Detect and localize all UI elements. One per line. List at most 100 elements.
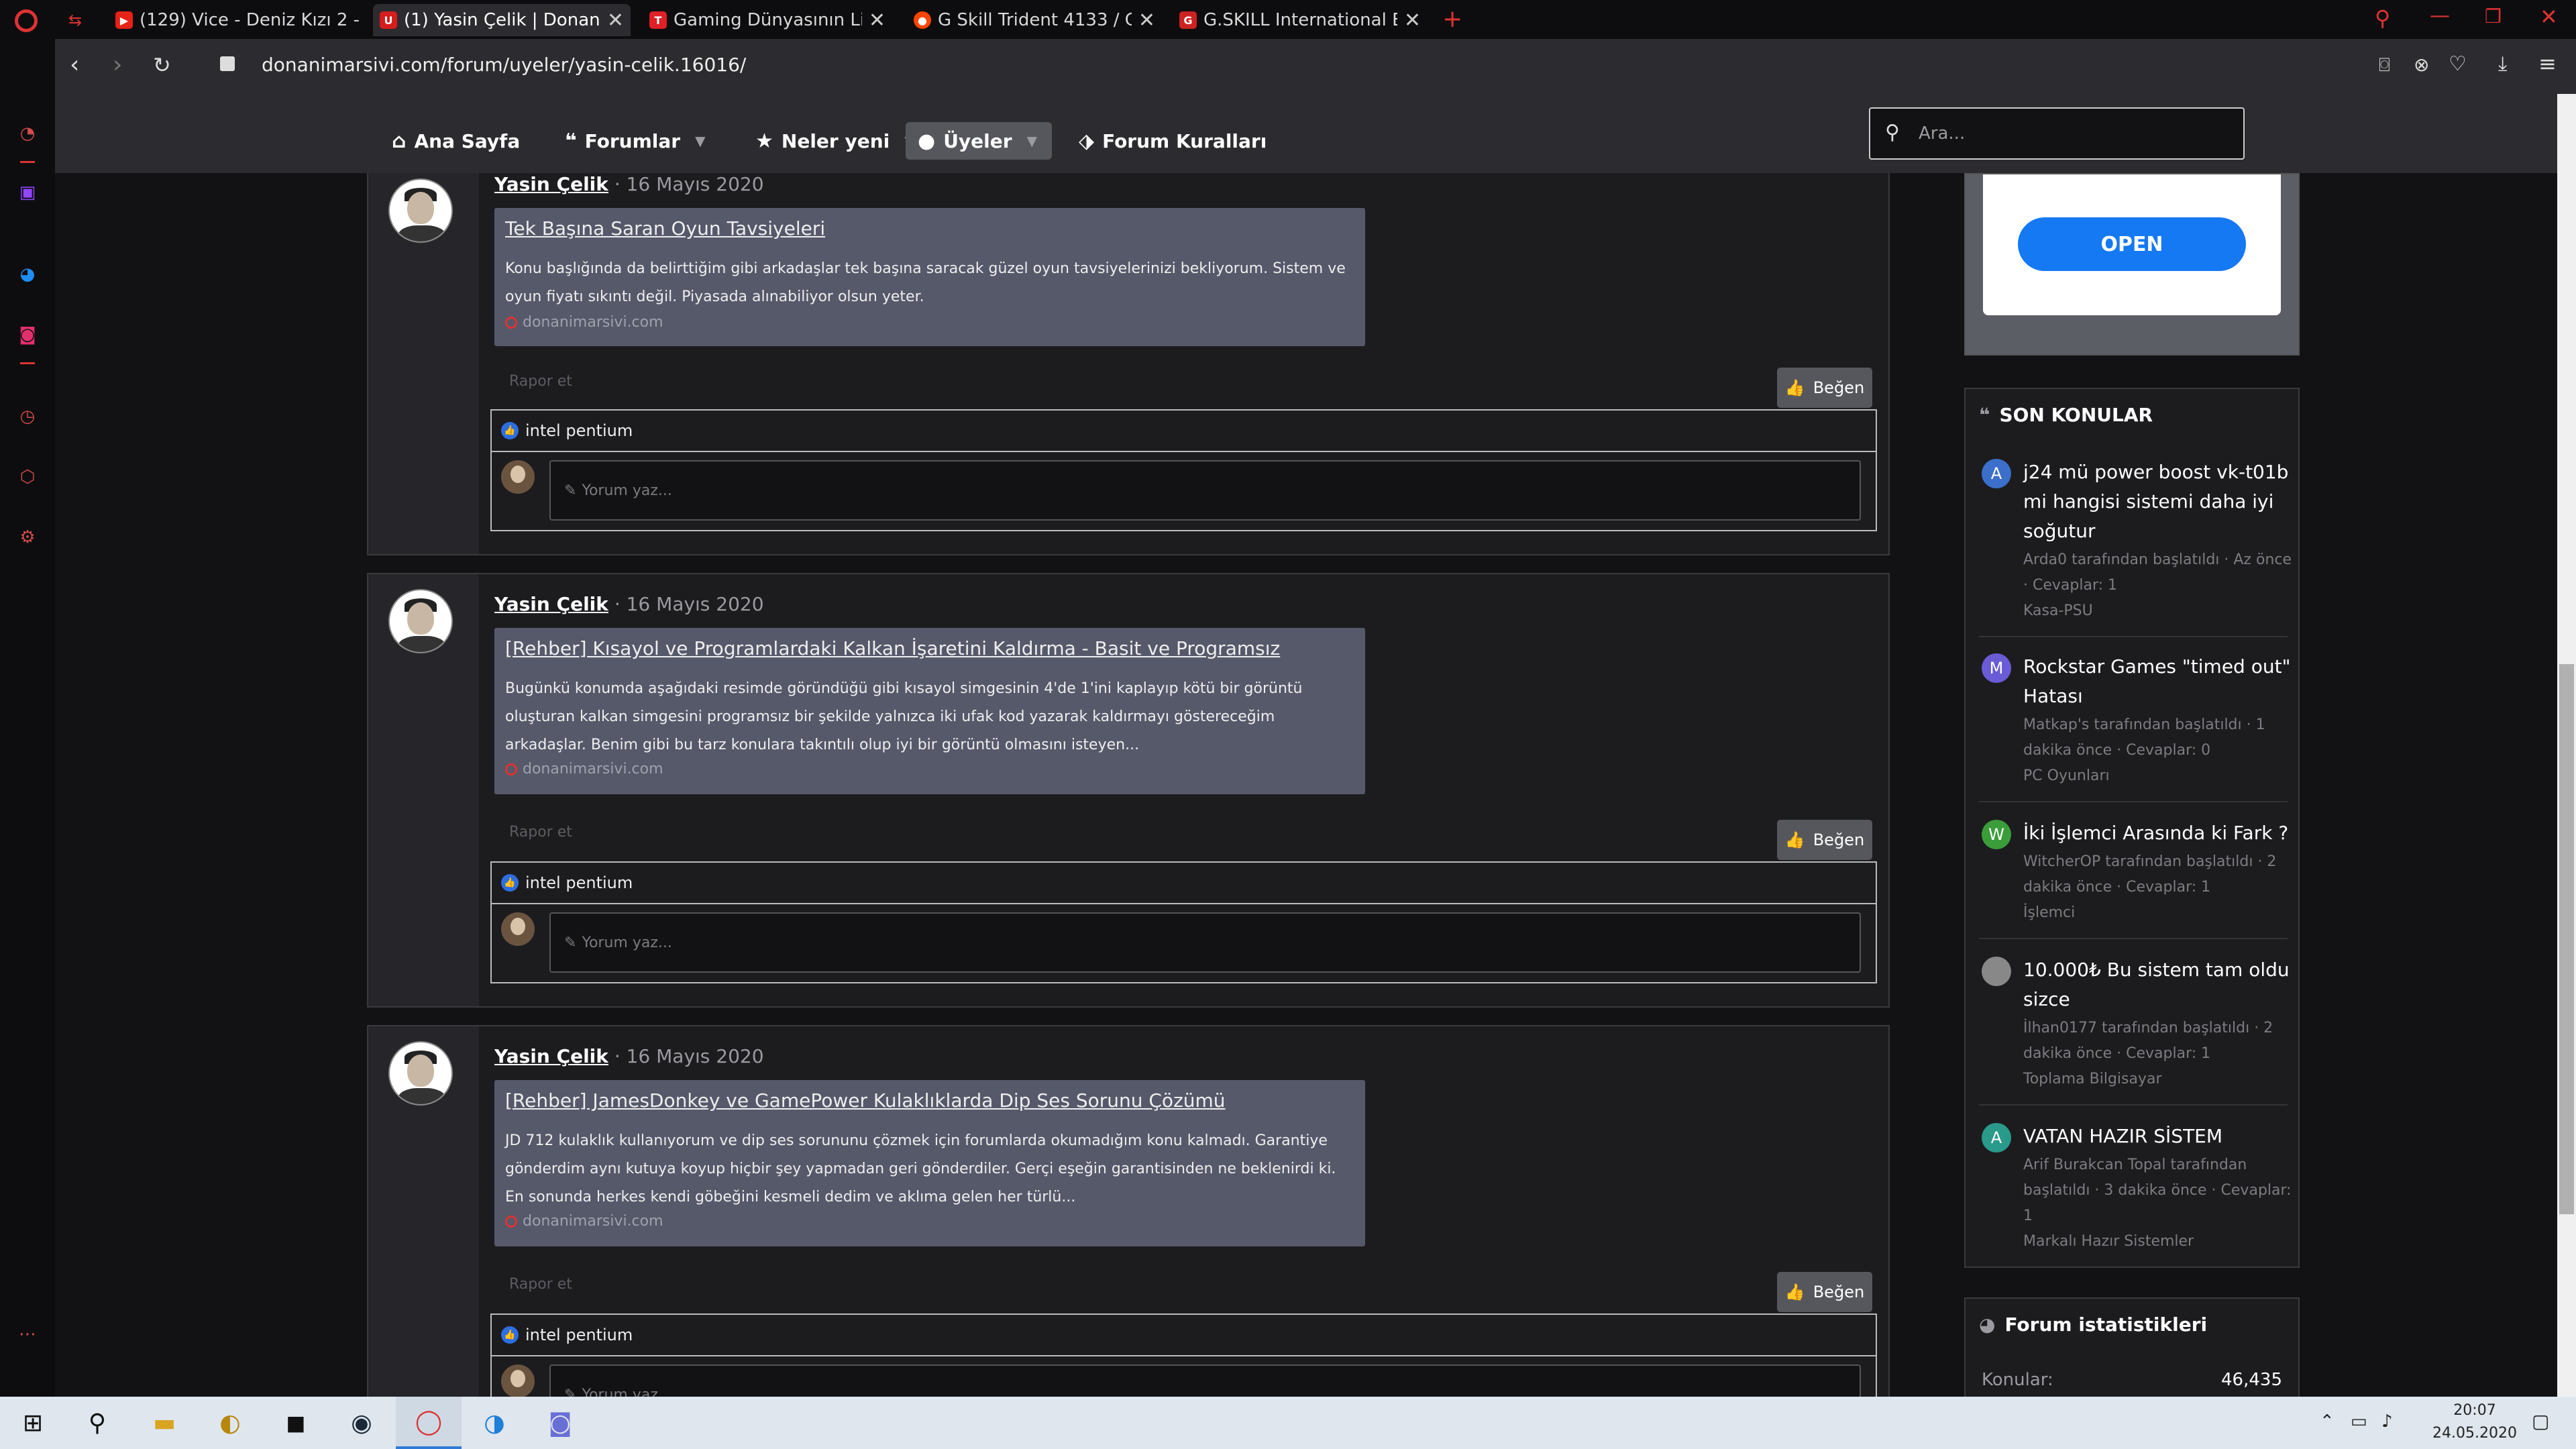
comment-input[interactable]: ✎ Yorum yaz...: [549, 912, 1861, 973]
liked-by[interactable]: intel pentium: [525, 1326, 633, 1344]
author-link[interactable]: Yasin Çelik: [494, 593, 608, 615]
nav-forums[interactable]: ❝ Forumlar ▼: [553, 122, 717, 160]
file-explorer-icon[interactable]: ▬: [131, 1397, 197, 1449]
comment-input[interactable]: ✎ Yorum yaz...: [549, 1364, 1861, 1397]
reload-icon[interactable]: ↻: [153, 52, 171, 78]
messenger-icon[interactable]: ◕: [16, 263, 39, 286]
comment-box: ✎ Yorum yaz...: [490, 452, 1877, 531]
notifications-icon[interactable]: ▢: [2532, 1410, 2549, 1432]
history-icon[interactable]: ◷: [16, 405, 39, 428]
tab-gskill[interactable]: G G.SKILL International Enter ✕: [1173, 4, 1428, 36]
adblock-icon[interactable]: ⊗: [2414, 54, 2429, 76]
restore-icon[interactable]: ❐: [2485, 5, 2502, 28]
close-tab-icon[interactable]: ✕: [869, 9, 885, 32]
search-box[interactable]: ⚲ Ara...: [1869, 107, 2245, 160]
topic-forum[interactable]: PC Oyunları: [2023, 763, 2292, 789]
report-link[interactable]: Rapor et: [509, 1276, 572, 1293]
minimize-icon[interactable]: —: [2430, 4, 2450, 28]
nav-whats-new[interactable]: ★ Neler yeni ▼: [743, 122, 927, 160]
scrollbar-thumb[interactable]: [2559, 664, 2574, 1214]
volume-icon[interactable]: ♪: [2381, 1411, 2393, 1432]
like-button[interactable]: 👍 Beğen: [1777, 820, 1872, 860]
close-tab-icon[interactable]: ✕: [607, 9, 624, 32]
avatar[interactable]: [1982, 957, 2011, 986]
author-link[interactable]: Yasin Çelik: [494, 173, 608, 195]
topic-forum[interactable]: İşlemci: [2023, 900, 2292, 926]
avatar[interactable]: [388, 1041, 453, 1106]
headset-app-icon[interactable]: ◑: [462, 1397, 527, 1449]
search-input[interactable]: Ara...: [1919, 123, 1965, 144]
avatar[interactable]: W: [1982, 820, 2011, 849]
avatar[interactable]: M: [1982, 653, 2011, 683]
avatar[interactable]: A: [1982, 1123, 2011, 1152]
topic-title[interactable]: 10.000₺ Bu sistem tam oldu sizce: [2023, 955, 2292, 1014]
search-tabs-icon[interactable]: ⚲: [2375, 5, 2390, 31]
liked-by[interactable]: intel pentium: [525, 873, 633, 892]
avatar[interactable]: A: [1982, 459, 2011, 488]
comment-input[interactable]: ✎ Yorum yaz...: [549, 460, 1861, 521]
chevron-down-icon[interactable]: ▼: [695, 133, 705, 149]
forward-icon[interactable]: ›: [113, 51, 122, 78]
more-icon[interactable]: ⋯: [16, 1323, 39, 1346]
tab-reddit[interactable]: ● G Skill Trident 4133 / Gigab ✕: [907, 4, 1162, 36]
topic-title[interactable]: VATAN HAZIR SİSTEM: [2023, 1122, 2292, 1151]
epic-games-icon[interactable]: ◼: [263, 1397, 329, 1449]
report-link[interactable]: Rapor et: [509, 373, 572, 390]
ad-open-button[interactable]: OPEN: [2018, 217, 2246, 271]
clock-date[interactable]: 24.05.2020: [2430, 1425, 2520, 1442]
league-of-legends-icon[interactable]: ◐: [197, 1397, 263, 1449]
tab-gaming[interactable]: T Gaming Dünyasının Lideri | ✕: [643, 4, 892, 36]
instagram-icon[interactable]: ◙: [16, 323, 39, 346]
tray-chevron-up-icon[interactable]: ⌃: [2320, 1411, 2334, 1432]
close-tab-icon[interactable]: ✕: [1404, 9, 1421, 32]
chevron-down-icon[interactable]: ▼: [1027, 133, 1037, 149]
topic-title[interactable]: Rockstar Games "timed out" Hatası: [2023, 652, 2292, 711]
twitch-icon[interactable]: ▣: [16, 181, 39, 204]
author-link[interactable]: Yasin Çelik: [494, 1045, 608, 1067]
new-tab-icon[interactable]: +: [1442, 5, 1462, 33]
topic-title[interactable]: İki İşlemci Arasında ki Fark ?: [2023, 818, 2292, 848]
topic-title[interactable]: j24 mü power boost vk-t01b mi hangisi si…: [2023, 458, 2292, 546]
network-icon[interactable]: ▭: [2351, 1411, 2367, 1432]
nav-rules[interactable]: ⬗ Forum Kuralları: [1067, 122, 1279, 160]
windows-start-icon[interactable]: ⊞: [0, 1397, 66, 1449]
liked-by[interactable]: intel pentium: [525, 421, 633, 440]
report-link[interactable]: Rapor et: [509, 824, 572, 841]
settings-icon[interactable]: ⚙: [16, 526, 39, 549]
steam-icon[interactable]: ◉: [329, 1397, 394, 1449]
back-icon[interactable]: ‹: [70, 51, 79, 78]
clock-time[interactable]: 20:07: [2438, 1402, 2512, 1419]
post-title-link[interactable]: [Rehber] JamesDonkey ve GamePower Kulakl…: [505, 1089, 1226, 1112]
snapshot-icon[interactable]: ⌼: [2379, 54, 2390, 76]
tab-controls-icon[interactable]: ⇆: [68, 11, 82, 30]
post-source[interactable]: donanimarsivi.com: [505, 761, 663, 777]
close-window-icon[interactable]: ✕: [2540, 4, 2558, 30]
avatar[interactable]: [388, 589, 453, 653]
opera-logo-icon[interactable]: [15, 9, 38, 32]
ad-card: OPEN: [1983, 174, 2281, 315]
url-field[interactable]: donanimarsivi.com/forum/uyeler/yasin-cel…: [262, 54, 746, 76]
menu-icon[interactable]: ≡: [2538, 51, 2557, 76]
nav-members[interactable]: ● Üyeler ▼: [906, 122, 1052, 160]
extensions-icon[interactable]: ⬡: [16, 466, 39, 488]
avatar[interactable]: [388, 178, 453, 243]
bookmark-heart-icon[interactable]: ♡: [2449, 52, 2467, 76]
post-title-link[interactable]: [Rehber] Kısayol ve Programlardaki Kalka…: [505, 637, 1280, 659]
speed-dial-icon[interactable]: ◔: [16, 122, 39, 145]
topic-forum[interactable]: Toplama Bilgisayar: [2023, 1067, 2292, 1092]
post-source[interactable]: donanimarsivi.com: [505, 314, 663, 331]
close-tab-icon[interactable]: ✕: [1138, 9, 1155, 32]
nav-home[interactable]: ⌂ Ana Sayfa: [380, 122, 532, 160]
search-icon[interactable]: ⚲: [64, 1397, 130, 1449]
topic-forum[interactable]: Kasa-PSU: [2023, 598, 2292, 624]
like-button[interactable]: 👍 Beğen: [1777, 368, 1872, 408]
opera-icon[interactable]: ◯: [396, 1397, 462, 1449]
post-source[interactable]: donanimarsivi.com: [505, 1213, 663, 1230]
download-icon[interactable]: ⤓: [2498, 52, 2507, 76]
topic-forum[interactable]: Markalı Hazır Sistemler: [2023, 1229, 2292, 1254]
like-button[interactable]: 👍 Beğen: [1777, 1272, 1872, 1312]
discord-icon[interactable]: ◙: [527, 1397, 593, 1449]
post-title-link[interactable]: Tek Başına Saran Oyun Tavsiyeleri: [505, 217, 825, 239]
tab-youtube[interactable]: ▶ (129) Vice - Deniz Kızı 2 - Y: [109, 4, 372, 36]
tab-donanim-arsivi[interactable]: U (1) Yasin Çelik | Donanım A ✕: [373, 4, 631, 36]
